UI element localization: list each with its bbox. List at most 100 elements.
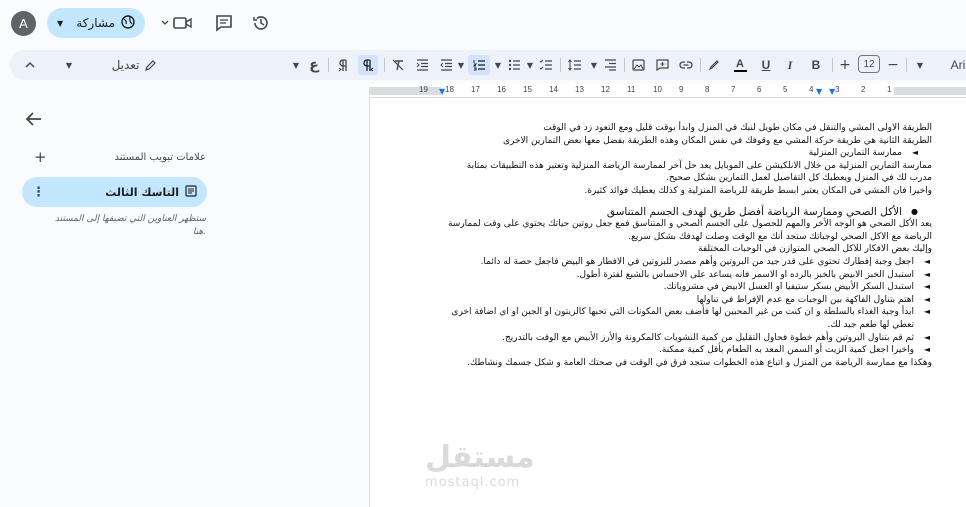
list-item: ثم قم بتناول البروتين وأهم خطوة فحاول ال… <box>442 332 932 345</box>
document-paragraph: وإليك بعض الافكار للاكل الصحي المتوازن ف… <box>698 244 932 255</box>
right-indent-marker[interactable]: ▼ <box>829 87 835 96</box>
checklist-icon[interactable] <box>538 55 554 75</box>
numbered-list-icon[interactable] <box>468 55 490 75</box>
underline-icon[interactable]: U <box>758 55 774 75</box>
video-call-icon[interactable] <box>160 12 194 34</box>
top-bar: A ▼ مشاركة <box>0 0 966 46</box>
watermark-arabic: مستقل <box>425 440 535 475</box>
editing-mode-button[interactable]: تعديل <box>106 55 162 75</box>
document-tab-icon <box>185 184 197 200</box>
rtl-text-button[interactable]: ع <box>306 55 322 75</box>
ruler-number: 4 <box>809 85 814 94</box>
clear-formatting-icon[interactable] <box>390 55 406 75</box>
list-item: استبدل الخبز الابيض بالخبز بالرده او الا… <box>442 269 932 282</box>
globe-icon <box>121 14 135 32</box>
ltr-paragraph-icon[interactable] <box>336 55 352 75</box>
watermark-latin: mostaql.com <box>425 475 521 490</box>
indent-decrease-icon[interactable] <box>438 55 454 75</box>
formatting-toolbar: ▼ تعديل ▼ ع ▼ ▼ ▼ ▼ A U I B + 12 − ▼ Ari <box>10 50 966 80</box>
back-arrow-icon[interactable] <box>25 111 42 130</box>
more-options-icon[interactable]: ⋮ <box>32 185 45 200</box>
divider <box>832 58 833 72</box>
history-icon[interactable] <box>250 12 272 34</box>
divider <box>328 58 329 72</box>
ruler-number: 12 <box>601 85 610 94</box>
bulleted-list-icon[interactable] <box>506 55 522 75</box>
divider <box>560 58 561 72</box>
ruler-number: 15 <box>523 85 532 94</box>
rtl-paragraph-icon[interactable] <box>358 55 378 75</box>
chevron-down-icon[interactable]: ▼ <box>588 55 600 75</box>
document-paragraph: الطريقة الثانية هي طريقة حركة المشي مع و… <box>502 135 932 146</box>
italic-icon[interactable]: I <box>782 55 798 75</box>
list-item: استبدل السكر الأبيض بسكر ستيفيا او العسل… <box>442 281 932 294</box>
list-item: ابدأ وجبة الغذاء بالسلطة و ان كنت من غير… <box>442 306 932 331</box>
divider <box>384 58 385 72</box>
left-indent-marker[interactable]: ▼ <box>439 87 445 96</box>
ruler-number: 1 <box>887 85 892 94</box>
ruler-number: 17 <box>471 85 480 94</box>
chevron-up-icon[interactable] <box>22 55 38 75</box>
comment-icon[interactable] <box>213 12 235 34</box>
ruler-margin-right <box>894 87 966 95</box>
insert-link-icon[interactable] <box>678 55 694 75</box>
divider <box>700 58 701 72</box>
line-spacing-icon[interactable] <box>566 55 582 75</box>
avatar[interactable]: A <box>11 11 36 36</box>
chevron-down-icon[interactable]: ▼ <box>455 55 467 75</box>
ruler-number: 8 <box>705 85 710 94</box>
text-color-icon[interactable]: A <box>732 55 748 75</box>
ruler-number: 16 <box>497 85 506 94</box>
divider <box>624 58 625 72</box>
horizontal-ruler[interactable]: 1 2 3 4 5 6 7 8 9 10 11 12 13 14 15 16 17 18 19 ▼ ▼ ▼ <box>369 84 966 98</box>
ruler-number: 19 <box>419 85 428 94</box>
document-tab-item[interactable]: ⋮ التاسك الثالث <box>22 177 207 207</box>
ruler-number: 7 <box>731 85 736 94</box>
list-item: اهتم بتناول الفاكهة بين الوجبات مع عدم ا… <box>442 294 932 307</box>
increase-font-size-icon[interactable]: + <box>838 55 852 75</box>
chevron-down-icon[interactable]: ▼ <box>524 55 536 75</box>
document-paragraph: واخيرا فان المشي في المكان يعتبر ابسط طر… <box>584 185 932 196</box>
list-item: اجعل وجبة إفطارك تحتوي على قدر جيد من ال… <box>442 256 932 269</box>
document-body[interactable]: الطريقة الاولى المشي والتنقل في مكان طوي… <box>442 122 932 369</box>
decrease-font-size-icon[interactable]: − <box>886 55 900 75</box>
font-family-select[interactable]: Ari <box>948 55 966 75</box>
outline-hint: ستظهر العناوين التي تضيفها إلى المستند ه… <box>54 214 206 237</box>
share-button[interactable]: ▼ مشاركة <box>47 8 145 38</box>
document-paragraph: الطريقة الاولى المشي والتنقل في مكان طوي… <box>543 123 932 133</box>
bold-icon[interactable]: B <box>808 55 824 75</box>
ruler-margin-left <box>369 87 441 95</box>
list-item: واخيرا اجعل كمية الزيت أو السمن المعد به… <box>442 344 932 357</box>
ruler-number: 5 <box>783 85 788 94</box>
ruler-number: 13 <box>575 85 584 94</box>
document-heading: الأكل الصحي وممارسة الرياضة أفضل طريق له… <box>442 206 932 219</box>
add-tab-icon[interactable]: + <box>34 148 47 166</box>
ruler-number: 14 <box>549 85 558 94</box>
share-label: مشاركة <box>76 16 115 30</box>
font-dropdown-icon[interactable]: ▼ <box>914 55 926 75</box>
document-paragraph: ممارسة التمارين المنزلية من خلال الانلكي… <box>466 160 932 184</box>
ruler-number: 9 <box>679 85 684 94</box>
first-line-indent-marker[interactable]: ▼ <box>816 87 822 96</box>
insert-image-icon[interactable] <box>630 55 646 75</box>
ruler-number: 2 <box>861 85 866 94</box>
chevron-down-icon[interactable]: ▼ <box>57 19 63 28</box>
editing-mode-label: تعديل <box>111 58 140 72</box>
chevron-down-icon[interactable]: ▼ <box>492 55 504 75</box>
ruler-number: 6 <box>757 85 762 94</box>
mode-dropdown-icon[interactable]: ▼ <box>62 55 76 75</box>
align-right-icon[interactable] <box>602 55 618 75</box>
highlight-color-icon[interactable] <box>706 55 722 75</box>
tab-name: التاسك الثالث <box>105 185 179 199</box>
ruler-number: 3 <box>835 85 840 94</box>
indent-increase-icon[interactable] <box>414 55 430 75</box>
more-dropdown-icon[interactable]: ▼ <box>290 55 302 75</box>
document-paragraph: وهكذا مع ممارسة الرياضة من المنزل و اتبا… <box>467 357 932 368</box>
add-comment-icon[interactable] <box>654 55 670 75</box>
font-size-input[interactable]: 12 <box>858 55 880 73</box>
ruler-number: 18 <box>445 85 454 94</box>
ruler-number: 11 <box>627 85 636 94</box>
outline-title: علامات تبويب المستند <box>114 151 207 163</box>
outline-header: + علامات تبويب المستند <box>30 148 206 166</box>
divider <box>906 58 907 72</box>
